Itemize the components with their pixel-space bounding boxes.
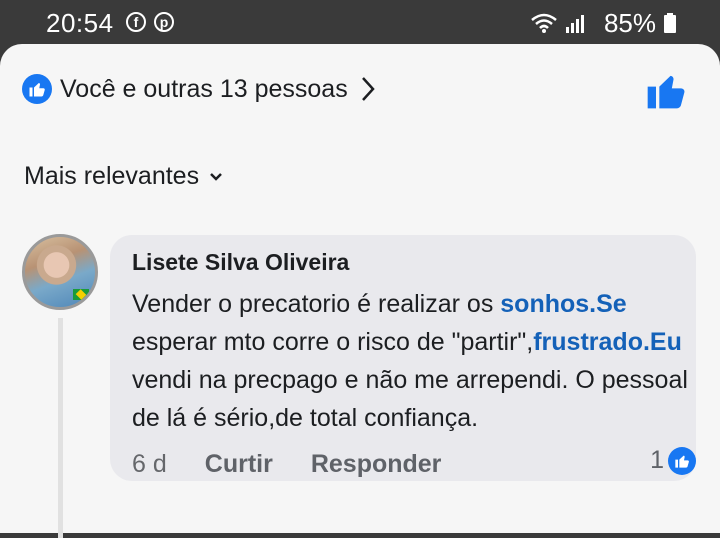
status-time: 20:54	[46, 8, 114, 38]
comments-sheet: Você e outras 13 pessoas Mais relevantes…	[0, 44, 720, 538]
comment-reaction-count[interactable]: 1	[650, 446, 696, 475]
like-reaction-icon	[668, 446, 696, 475]
battery-percent: 85%	[603, 8, 656, 38]
comment-bubble[interactable]: Lisete Silva Oliveira Vender o precatori…	[110, 235, 696, 481]
pinterest-notification-icon: p	[154, 12, 174, 32]
comment-timestamp: 6 d	[132, 450, 167, 478]
chevron-right-icon	[361, 77, 375, 101]
comment-text-segment: esperar mto corre o risco de "partir",	[132, 328, 534, 356]
comment-sort-dropdown[interactable]: Mais relevantes	[24, 162, 223, 191]
reply-button[interactable]: Responder	[311, 450, 442, 479]
comment-actions: 6 d Curtir Responder	[132, 450, 441, 479]
facebook-notification-icon: f	[126, 12, 146, 32]
hashtag-link[interactable]: frustrado.Eu	[533, 328, 682, 356]
reactions-summary[interactable]: Você e outras 13 pessoas	[22, 72, 376, 106]
wifi-signal-icon	[531, 13, 584, 33]
reactions-text: Você e outras 13 pessoas	[60, 74, 348, 103]
like-button-icon[interactable]	[646, 70, 686, 110]
thread-line	[58, 318, 63, 538]
like-reaction-icon	[22, 74, 52, 104]
avatar[interactable]	[22, 234, 98, 310]
battery-icon	[664, 13, 676, 33]
hashtag-link[interactable]: sonhos.Se	[500, 290, 626, 318]
comment-author[interactable]: Lisete Silva Oliveira	[132, 249, 349, 276]
chevron-down-icon	[210, 172, 222, 181]
comment-text-segment: Vender o precatorio é realizar os	[132, 290, 501, 318]
reaction-count-value: 1	[650, 446, 664, 474]
brazil-flag-icon	[73, 289, 89, 300]
sort-label: Mais relevantes	[24, 162, 200, 190]
comment-text: Vender o precatorio é realizar os sonhos…	[132, 285, 692, 437]
comment-text-segment: vendi na precpago e não me arrependi. O …	[132, 366, 688, 432]
like-comment-button[interactable]: Curtir	[205, 450, 273, 479]
status-bar: 20:54 f p 85%	[0, 0, 720, 44]
